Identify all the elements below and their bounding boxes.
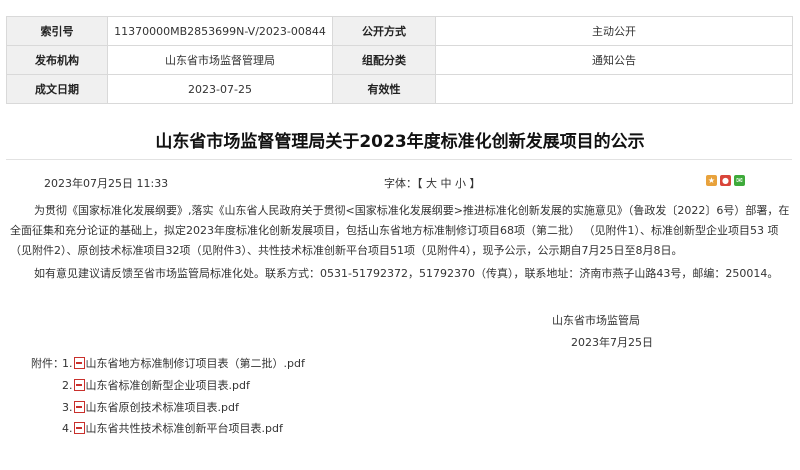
font-size-label: 字体： xyxy=(384,177,417,190)
attachment-item: 4. 山东省共性技术标准创新平台项目表.pdf xyxy=(62,420,283,436)
index-label: 索引号 xyxy=(6,16,108,46)
attachment-item: 1. 山东省地方标准制修订项目表（第二批）.pdf xyxy=(62,355,305,371)
body-paragraph-2: 如有意见建议请反馈至省市场监管局标准化处。联系方式：0531-51792372，… xyxy=(34,267,779,280)
date-value: 2023-07-25 xyxy=(107,74,333,104)
attachment-link[interactable]: 山东省地方标准制修订项目表（第二批）.pdf xyxy=(86,355,305,371)
attachment-link[interactable]: 山东省共性技术标准创新平台项目表.pdf xyxy=(86,420,283,436)
attachments-label: 附件： xyxy=(31,357,64,370)
pdf-icon xyxy=(73,357,85,369)
metadata-row: 索引号 11370000MB2853699N-V/2023-00844 公开方式… xyxy=(6,16,793,46)
font-bracket-close: 】 xyxy=(469,177,481,190)
font-large-button[interactable]: 大 xyxy=(426,177,437,190)
title-divider xyxy=(6,159,792,160)
font-size-switcher: 字体：【 大 中 小 】 xyxy=(384,175,481,191)
attachment-number: 4. xyxy=(62,421,73,435)
issuer-value: 山东省市场监督管理局 xyxy=(107,45,333,75)
public-mode-value: 主动公开 xyxy=(435,16,793,46)
attachment-link[interactable]: 山东省标准创新型企业项目表.pdf xyxy=(86,377,250,393)
font-medium-button[interactable]: 中 xyxy=(441,177,452,190)
metadata-table: 索引号 11370000MB2853699N-V/2023-00844 公开方式… xyxy=(6,16,793,104)
attachment-number: 1. xyxy=(62,356,73,370)
font-bracket-open: 【 xyxy=(417,177,423,190)
attachment-item: 2. 山东省标准创新型企业项目表.pdf xyxy=(62,377,250,393)
pdf-icon xyxy=(73,401,85,413)
signature-date: 2023年7月25日 xyxy=(571,336,653,349)
metadata-row: 成文日期 2023-07-25 有效性 xyxy=(6,74,793,104)
attachment-link[interactable]: 山东省原创技术标准项目表.pdf xyxy=(86,399,239,415)
date-label: 成文日期 xyxy=(6,74,108,104)
issuer-label: 发布机构 xyxy=(6,45,108,75)
index-value: 11370000MB2853699N-V/2023-00844 xyxy=(107,16,333,46)
category-label: 组配分类 xyxy=(332,45,436,75)
pdf-icon xyxy=(73,422,85,434)
font-small-button[interactable]: 小 xyxy=(455,177,466,190)
attachment-number: 3. xyxy=(62,400,73,414)
validity-label: 有效性 xyxy=(332,74,436,104)
pdf-icon xyxy=(73,379,85,391)
body-paragraph-1: 为贯彻《国家标准化发展纲要》,落实《山东省人民政府关于贯彻<国家标准化发展纲要>… xyxy=(10,204,790,257)
publish-time: 2023年07月25日 11:33 xyxy=(44,177,169,190)
metadata-row: 发布机构 山东省市场监督管理局 组配分类 通知公告 xyxy=(6,45,793,75)
attachment-item: 3. 山东省原创技术标准项目表.pdf xyxy=(62,399,239,415)
weibo-icon[interactable]: ● xyxy=(720,175,731,186)
page-title: 山东省市场监督管理局关于2023年度标准化创新发展项目的公示 xyxy=(155,132,645,152)
signature-org: 山东省市场监管局 xyxy=(552,314,640,327)
validity-value xyxy=(435,74,793,104)
wechat-icon[interactable]: ✉ xyxy=(734,175,745,186)
attachment-number: 2. xyxy=(62,378,73,392)
category-value: 通知公告 xyxy=(435,45,793,75)
public-mode-label: 公开方式 xyxy=(332,16,436,46)
share-bar: ★ ● ✉ xyxy=(706,175,745,186)
qzone-icon[interactable]: ★ xyxy=(706,175,717,186)
